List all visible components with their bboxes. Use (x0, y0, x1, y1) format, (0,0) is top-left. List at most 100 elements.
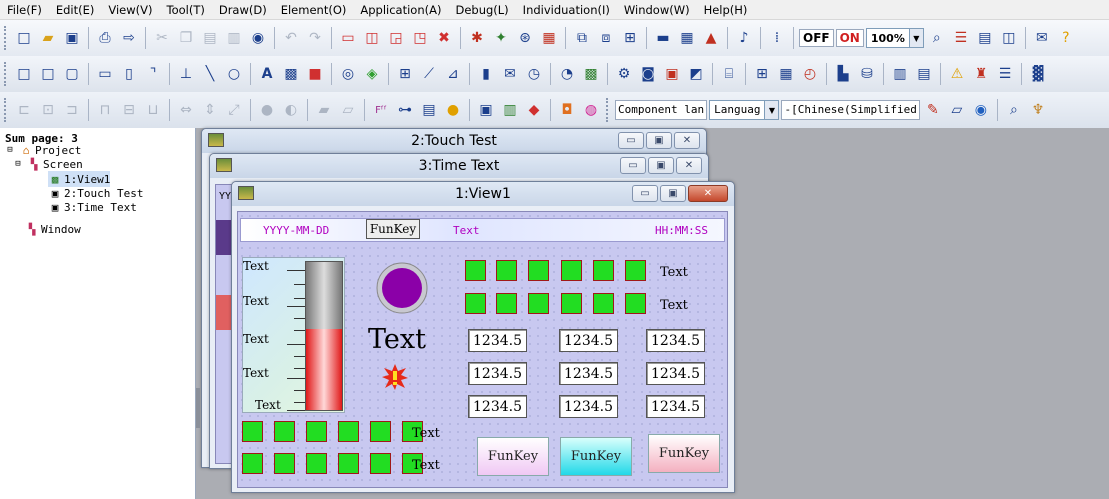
compile-icon[interactable]: ✱ (466, 26, 488, 50)
menu-application[interactable]: Application(A) (353, 0, 448, 20)
vline-rect-icon[interactable]: ▯ (118, 62, 140, 86)
lock-icon[interactable]: ● (256, 98, 278, 122)
collapse-icon[interactable]: ⊟ (3, 144, 17, 156)
pattern-icon[interactable]: ▩ (280, 62, 302, 86)
toolbar-grip[interactable] (4, 26, 8, 50)
download-project-icon[interactable]: ▦ (538, 26, 560, 50)
screen-close-icon[interactable]: ✖ (433, 26, 455, 50)
menu-tool[interactable]: Tool(T) (160, 0, 212, 20)
list-icon[interactable]: ▤ (974, 26, 996, 50)
chart-tool-icon[interactable]: ⊿ (442, 62, 464, 86)
search-icon[interactable]: ⌕ (1003, 98, 1025, 122)
tree-item-time-text[interactable]: ▣ 3:Time Text (48, 199, 137, 215)
input-tool-icon[interactable]: ▮ (475, 62, 497, 86)
window-view1[interactable]: 1:View1 ▭ ▣ ✕ YYYY-MM-DD FunKey Text HH:… (231, 181, 735, 493)
calendar-icon[interactable]: ▦ (676, 26, 698, 50)
menu-debug[interactable]: Debug(L) (448, 0, 515, 20)
led-indicator[interactable] (274, 421, 295, 442)
grid-icon[interactable]: ⊞ (619, 26, 641, 50)
color-wheel-icon[interactable]: ◍ (580, 98, 602, 122)
mail-icon[interactable]: ✉ (499, 62, 521, 86)
led-indicator[interactable] (528, 260, 549, 281)
new-file-icon[interactable]: □ (13, 26, 35, 50)
screen-canvas[interactable]: YYYY-MM-DD FunKey Text HH:MM:SS Text Tex… (237, 211, 728, 488)
recipe-icon[interactable]: ⚙ (613, 62, 635, 86)
notes-icon[interactable]: ▤ (418, 98, 440, 122)
menu-element[interactable]: Element(O) (274, 0, 354, 20)
corner-line-icon[interactable]: ⌝ (142, 62, 164, 86)
undo-icon[interactable]: ↶ (280, 26, 302, 50)
funkey-button[interactable]: FunKey (477, 437, 549, 476)
date-display[interactable]: YYYY-MM-DD (263, 224, 329, 237)
align-icon[interactable]: ☰ (950, 26, 972, 50)
timer-icon[interactable]: ◴ (799, 62, 821, 86)
shape-icon[interactable]: ◆ (523, 98, 545, 122)
numeric-display[interactable]: 1234.5 (646, 329, 705, 352)
paste-icon[interactable]: ▤ (199, 26, 221, 50)
led-indicator[interactable] (306, 453, 327, 474)
numeric-display[interactable]: 1234.5 (559, 329, 618, 352)
led-indicator[interactable] (338, 421, 359, 442)
numeric-display[interactable]: 1234.5 (468, 329, 527, 352)
screen-save-icon[interactable]: ◳ (409, 26, 431, 50)
library-icon[interactable]: ▲ (700, 26, 722, 50)
led-indicator[interactable] (274, 453, 295, 474)
menu-file[interactable]: File(F) (0, 0, 49, 20)
rect3-icon[interactable]: ▢ (61, 62, 83, 86)
rect-icon[interactable]: □ (13, 62, 35, 86)
off-toggle[interactable]: OFF (799, 29, 834, 47)
funkey-button[interactable]: FunKey (560, 437, 632, 476)
keyboard-icon[interactable]: ▬ (652, 26, 674, 50)
bring-front-icon[interactable]: ▰ (313, 98, 335, 122)
menu-edit[interactable]: Edit(E) (49, 0, 102, 20)
level-gauge[interactable]: Text Text Text Text Text (242, 257, 345, 413)
toolbar-grip[interactable] (606, 98, 610, 122)
language-select[interactable]: Languag ▼ (709, 100, 780, 120)
color-icon[interactable]: ◈ (361, 62, 383, 86)
close-button[interactable]: ✕ (674, 132, 700, 149)
history-icon[interactable]: ▤ (913, 62, 935, 86)
clock-icon[interactable]: ◷ (523, 62, 545, 86)
alarm-tool-icon[interactable]: ▣ (661, 62, 683, 86)
numeric-display[interactable]: 1234.5 (468, 362, 527, 385)
led-indicator[interactable] (370, 421, 391, 442)
redo-icon[interactable]: ↷ (304, 26, 326, 50)
date-tool-icon[interactable]: ▦ (775, 62, 797, 86)
led-indicator[interactable] (306, 421, 327, 442)
on-toggle[interactable]: ON (835, 29, 864, 47)
find-icon[interactable]: ◉ (247, 26, 269, 50)
align-center-icon[interactable]: ⊡ (37, 98, 59, 122)
led-indicator[interactable] (465, 293, 486, 314)
minimize-button[interactable]: ▭ (620, 157, 646, 174)
led-indicator[interactable] (242, 421, 263, 442)
led-indicator[interactable] (338, 453, 359, 474)
alarm-icon[interactable]: ♜ (970, 62, 992, 86)
close-button[interactable]: ✕ (688, 185, 728, 202)
picture-icon[interactable]: ▩ (580, 62, 602, 86)
indicator-lamp[interactable] (375, 261, 429, 315)
target-icon[interactable]: ◎ (337, 62, 359, 86)
chart-bars-icon[interactable]: ▥ (499, 98, 521, 122)
led-indicator[interactable] (593, 293, 614, 314)
same-height-icon[interactable]: ⇕ (199, 98, 221, 122)
led-indicator[interactable] (496, 260, 517, 281)
align-middle-icon[interactable]: ⊟ (118, 98, 140, 122)
header-text[interactable]: Text (453, 224, 480, 237)
table-tool-icon[interactable]: ⊞ (394, 62, 416, 86)
gauge-tool-icon[interactable]: ◔ (556, 62, 578, 86)
print-icon[interactable]: ⎙ (94, 26, 116, 50)
frame-icon[interactable]: ◘ (556, 98, 578, 122)
music-icon[interactable]: ♪ (733, 26, 755, 50)
pen-icon[interactable]: ✎ (922, 98, 944, 122)
led-indicator[interactable] (242, 453, 263, 474)
numeric-display[interactable]: 1234.5 (646, 362, 705, 385)
alarm-burst-icon[interactable] (382, 364, 408, 390)
funkey-button[interactable]: FunKey (648, 434, 720, 473)
led-indicator[interactable] (593, 260, 614, 281)
hline-rect-icon[interactable]: ▭ (94, 62, 116, 86)
led-indicator[interactable] (561, 293, 582, 314)
variable-icon[interactable]: ⊶ (394, 98, 416, 122)
splitter-handle[interactable] (196, 388, 200, 428)
warning-icon[interactable]: ⚠ (946, 62, 968, 86)
open-folder-icon[interactable]: ▰ (37, 26, 59, 50)
